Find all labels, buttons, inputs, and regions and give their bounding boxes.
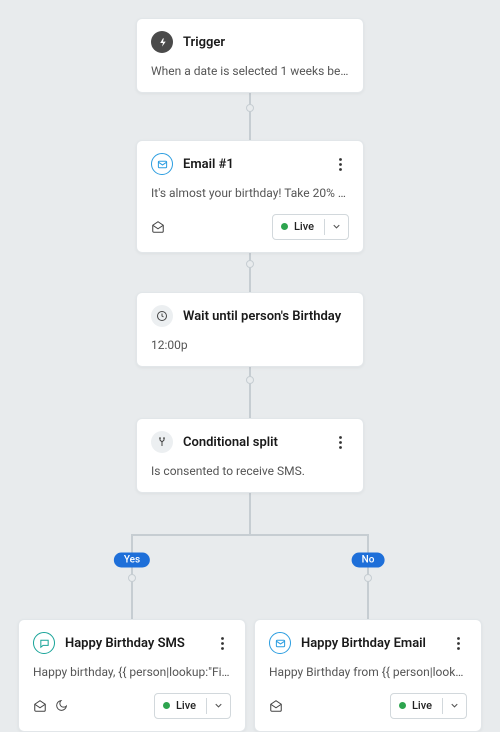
kebab-menu-icon[interactable] bbox=[331, 155, 349, 173]
branch-no-badge: No bbox=[352, 553, 385, 568]
connector bbox=[131, 534, 369, 536]
moon-icon bbox=[55, 699, 68, 712]
status-label: Live bbox=[176, 699, 200, 712]
status-dropdown[interactable]: Live bbox=[390, 693, 467, 719]
status-dot-icon bbox=[281, 223, 288, 230]
clock-icon bbox=[151, 305, 173, 327]
chevron-down-icon bbox=[449, 700, 460, 711]
kebab-menu-icon[interactable] bbox=[449, 634, 467, 652]
email2-card[interactable]: Happy Birthday Email Happy Birthday from… bbox=[254, 619, 482, 732]
chevron-down-icon bbox=[331, 221, 342, 232]
card-body: 12:00p bbox=[151, 337, 349, 354]
sms-card[interactable]: Happy Birthday SMS Happy birthday, {{ pe… bbox=[18, 619, 246, 732]
chat-icon bbox=[33, 632, 55, 654]
status-dropdown[interactable]: Live bbox=[154, 693, 231, 719]
bolt-icon bbox=[151, 31, 173, 53]
split-icon bbox=[151, 431, 173, 453]
kebab-menu-icon[interactable] bbox=[331, 433, 349, 451]
mail-open-icon bbox=[33, 699, 47, 713]
status-dropdown[interactable]: Live bbox=[272, 214, 349, 240]
kebab-menu-icon[interactable] bbox=[213, 634, 231, 652]
mail-open-icon bbox=[269, 699, 283, 713]
card-body: It's almost your birthday! Take 20% on u… bbox=[151, 185, 349, 202]
flow-dot bbox=[364, 574, 372, 582]
connector bbox=[249, 493, 251, 535]
card-title: Conditional split bbox=[183, 435, 321, 450]
wait-card[interactable]: Wait until person's Birthday 12:00p bbox=[136, 292, 364, 367]
branch-yes-badge: Yes bbox=[114, 553, 150, 568]
card-title: Happy Birthday Email bbox=[301, 636, 439, 651]
conditional-split-card[interactable]: Conditional split Is consented to receiv… bbox=[136, 418, 364, 493]
card-title: Happy Birthday SMS bbox=[65, 636, 203, 651]
status-dot-icon bbox=[163, 702, 170, 709]
flow-dot bbox=[246, 260, 254, 268]
status-label: Live bbox=[294, 220, 318, 233]
mail-open-icon bbox=[151, 220, 165, 234]
mail-icon bbox=[269, 632, 291, 654]
flow-dot bbox=[246, 104, 254, 112]
card-title: Wait until person's Birthday bbox=[183, 309, 349, 324]
status-label: Live bbox=[412, 699, 436, 712]
flow-dot bbox=[128, 574, 136, 582]
card-title: Email #1 bbox=[183, 157, 321, 172]
flow-canvas: Yes No Trigger When a date is selected 1… bbox=[0, 0, 500, 718]
card-body: Happy birthday, {{ person|lookup:"First … bbox=[33, 664, 231, 681]
trigger-card[interactable]: Trigger When a date is selected 1 weeks … bbox=[136, 18, 364, 93]
card-title: Trigger bbox=[183, 35, 349, 50]
card-body: Is consented to receive SMS. bbox=[151, 463, 349, 480]
chevron-down-icon bbox=[213, 700, 224, 711]
mail-icon bbox=[151, 153, 173, 175]
card-body: When a date is selected 1 weeks before p… bbox=[151, 63, 349, 80]
flow-dot bbox=[246, 376, 254, 384]
card-body: Happy Birthday from {{ person|lookup:"Fi… bbox=[269, 664, 467, 681]
email1-card[interactable]: Email #1 It's almost your birthday! Take… bbox=[136, 140, 364, 253]
status-dot-icon bbox=[399, 702, 406, 709]
